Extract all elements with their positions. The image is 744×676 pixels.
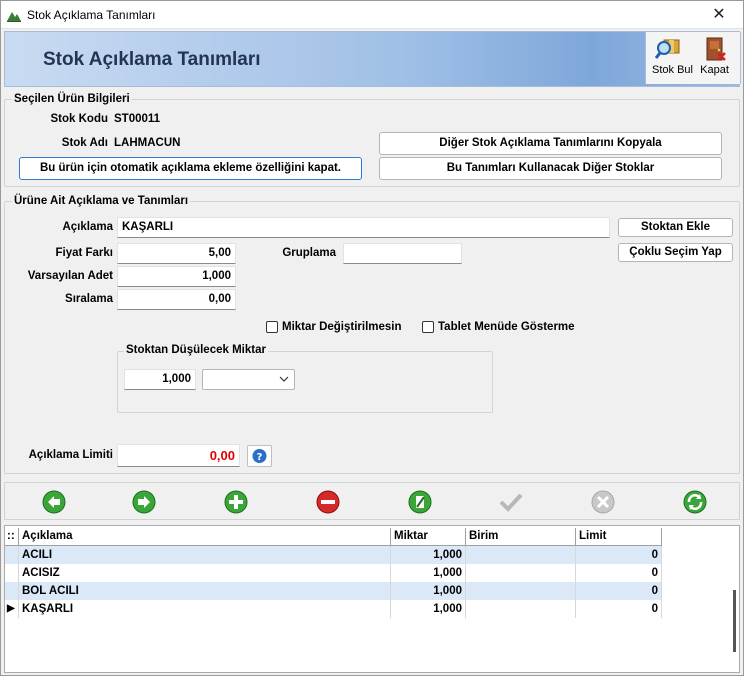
add-from-stock-button[interactable]: Stoktan Ekle	[618, 218, 733, 237]
stock-search-label: Stok Bul	[652, 64, 693, 76]
cell-limit[interactable]: 0	[576, 546, 662, 564]
deduct-qty-title: Stoktan Düşülecek Miktar	[124, 344, 268, 356]
close-window-button[interactable]: ✕	[699, 2, 739, 28]
cell-limit[interactable]: 0	[576, 564, 662, 582]
row-indicator	[5, 582, 19, 600]
row-indicator	[5, 546, 19, 564]
column-header-limit[interactable]: Limit	[576, 528, 662, 546]
cell-birim[interactable]	[466, 546, 576, 564]
cell-miktar[interactable]: 1,000	[391, 564, 466, 582]
cell-aciklama[interactable]: BOL ACILI	[19, 582, 391, 600]
stock-name-value: LAHMACUN	[114, 137, 181, 149]
confirm-icon[interactable]	[498, 489, 524, 515]
stock-code-label: Stok Kodu	[50, 113, 109, 125]
app-logo-icon	[7, 12, 21, 22]
title-bar: Stok Açıklama Tanımları ✕	[1, 1, 743, 29]
cancel-icon[interactable]	[590, 489, 616, 515]
order-label: Sıralama	[65, 293, 113, 305]
multi-select-button[interactable]: Çoklu Seçim Yap	[618, 243, 733, 262]
page-title: Stok Açıklama Tanımları	[43, 49, 261, 70]
hide-tablet-label: Tablet Menüde Gösterme	[438, 321, 575, 333]
help-icon: ?	[252, 449, 267, 463]
refresh-icon[interactable]	[682, 489, 708, 515]
delete-icon[interactable]	[315, 489, 341, 515]
cell-aciklama[interactable]: ACILI	[19, 546, 391, 564]
limit-label: Açıklama Limiti	[28, 449, 113, 461]
current-row-indicator: ▶	[5, 600, 19, 618]
grouping-label: Gruplama	[282, 247, 336, 259]
svg-text:?: ?	[257, 452, 263, 463]
cell-limit[interactable]: 0	[576, 600, 662, 618]
stock-name-label: Stok Adı	[61, 137, 108, 149]
description-label: Açıklama	[62, 221, 113, 233]
chevron-down-icon	[279, 376, 289, 382]
deduct-qty-input[interactable]: 1,000	[124, 369, 196, 390]
close-label: Kapat	[700, 64, 729, 76]
cell-aciklama[interactable]: KAŞARLI	[19, 600, 391, 618]
window-title: Stok Açıklama Tanımları	[27, 8, 156, 22]
limit-input[interactable]: 0,00	[117, 444, 240, 467]
cell-miktar[interactable]: 1,000	[391, 546, 466, 564]
next-icon[interactable]	[131, 489, 157, 515]
deduct-unit-select[interactable]	[202, 369, 295, 390]
no-qty-change-label: Miktar Değiştirilmesin	[282, 321, 402, 333]
descriptions-grid: :: Açıklama Miktar Birim Limit ACILI 1,0…	[4, 525, 740, 673]
copy-definitions-button[interactable]: Diğer Stok Açıklama Tanımlarını Kopyala	[379, 132, 722, 155]
description-input[interactable]: KAŞARLI	[117, 217, 610, 238]
cell-birim[interactable]	[466, 600, 576, 618]
cell-limit[interactable]: 0	[576, 582, 662, 600]
default-qty-label: Varsayılan Adet	[27, 270, 113, 282]
cell-birim[interactable]	[466, 582, 576, 600]
stock-search-button[interactable]: Stok Bul	[652, 34, 693, 84]
row-indicator	[5, 564, 19, 582]
help-button[interactable]: ?	[247, 445, 272, 467]
header-banner: Stok Açıklama Tanımları Stok Bul Kapat	[4, 31, 741, 87]
grid-scrollbar[interactable]	[733, 590, 736, 652]
cell-miktar[interactable]: 1,000	[391, 582, 466, 600]
cell-birim[interactable]	[466, 564, 576, 582]
grouping-input[interactable]	[343, 243, 462, 264]
no-qty-change-checkbox[interactable]: Miktar Değiştirilmesin	[266, 321, 402, 333]
grid-corner: ::	[5, 528, 19, 546]
add-icon[interactable]	[223, 489, 249, 515]
other-stocks-button[interactable]: Bu Tanımları Kullanacak Diğer Stoklar	[379, 157, 722, 180]
price-diff-label: Fiyat Farkı	[55, 247, 113, 259]
main-window: Stok Açıklama Tanımları ✕ Stok Açıklama …	[0, 0, 744, 676]
disable-auto-description-button[interactable]: Bu ürün için otomatik açıklama ekleme öz…	[19, 157, 362, 180]
prev-icon[interactable]	[41, 489, 67, 515]
stock-code-value: ST00011	[114, 113, 161, 125]
no-qty-change-box[interactable]	[266, 321, 278, 333]
search-product-icon	[654, 39, 679, 59]
exit-door-icon	[706, 37, 726, 61]
toolbar: Stok Bul Kapat	[645, 32, 741, 84]
price-diff-input[interactable]: 5,00	[117, 243, 236, 264]
edit-icon[interactable]	[407, 489, 433, 515]
navigation-bar	[4, 482, 740, 520]
column-header-aciklama[interactable]: Açıklama	[19, 528, 391, 546]
definitions-title: Ürüne Ait Açıklama ve Tanımları	[12, 195, 191, 207]
definitions-group	[4, 201, 740, 474]
cell-miktar[interactable]: 1,000	[391, 600, 466, 618]
order-input[interactable]: 0,00	[117, 289, 236, 310]
default-qty-input[interactable]: 1,000	[117, 266, 236, 287]
column-header-birim[interactable]: Birim	[466, 528, 576, 546]
close-button[interactable]: Kapat	[698, 34, 731, 84]
hide-tablet-box[interactable]	[422, 321, 434, 333]
product-info-title: Seçilen Ürün Bilgileri	[12, 93, 132, 105]
hide-tablet-checkbox[interactable]: Tablet Menüde Gösterme	[422, 321, 575, 333]
column-header-miktar[interactable]: Miktar	[391, 528, 466, 546]
cell-aciklama[interactable]: ACISIZ	[19, 564, 391, 582]
